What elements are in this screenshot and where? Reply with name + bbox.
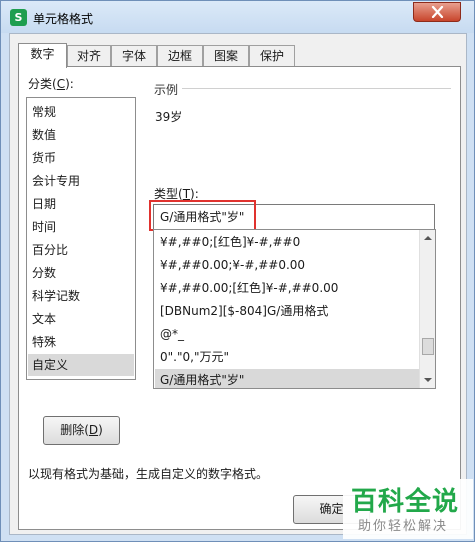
format-item[interactable]: [DBNum2][$-804]G/通用格式 bbox=[155, 300, 419, 322]
format-item[interactable]: ¥#,##0;[红色]¥-#,##0 bbox=[155, 231, 419, 253]
sample-legend: 示例 bbox=[154, 81, 183, 98]
category-item-special[interactable]: 特殊 bbox=[28, 331, 134, 353]
dialog-title: 单元格格式 bbox=[33, 12, 94, 26]
format-cells-dialog: S 单元格格式 数字 对齐 字体 边框 图案 保护 分类(C): 常规 数值 货… bbox=[0, 0, 475, 542]
category-item-time[interactable]: 时间 bbox=[28, 216, 134, 238]
category-item-date[interactable]: 日期 bbox=[28, 193, 134, 215]
number-tab-panel: 分类(C): 常规 数值 货币 会计专用 日期 时间 百分比 分数 科学记数 文… bbox=[18, 66, 461, 530]
format-item-selected[interactable]: G/通用格式"岁" bbox=[155, 369, 419, 388]
category-item-fraction[interactable]: 分数 bbox=[28, 262, 134, 284]
tab-protection[interactable]: 保护 bbox=[249, 45, 295, 67]
format-item[interactable]: 0"."0,"万元" bbox=[155, 346, 419, 368]
close-icon bbox=[431, 6, 444, 18]
tab-font[interactable]: 字体 bbox=[111, 45, 157, 67]
format-item[interactable]: ¥#,##0.00;[红色]¥-#,##0.00 bbox=[155, 277, 419, 299]
wps-app-icon: S bbox=[10, 9, 27, 26]
delete-button[interactable]: 删除(D) bbox=[43, 416, 120, 445]
scroll-down-arrow-icon[interactable] bbox=[424, 378, 432, 382]
category-item-general[interactable]: 常规 bbox=[28, 101, 134, 123]
category-list[interactable]: 常规 数值 货币 会计专用 日期 时间 百分比 分数 科学记数 文本 特殊 自定… bbox=[26, 97, 136, 380]
watermark-slogan: 助你轻松解决 bbox=[358, 519, 449, 534]
tab-number[interactable]: 数字 bbox=[18, 43, 67, 68]
format-item[interactable]: ¥#,##0.00;¥-#,##0.00 bbox=[155, 254, 419, 276]
category-item-text[interactable]: 文本 bbox=[28, 308, 134, 330]
category-item-scientific[interactable]: 科学记数 bbox=[28, 285, 134, 307]
tab-border[interactable]: 边框 bbox=[157, 45, 203, 67]
watermark-brand: 百科全说 bbox=[351, 487, 460, 517]
tab-alignment[interactable]: 对齐 bbox=[67, 45, 111, 67]
format-list-scrollbar[interactable] bbox=[419, 230, 435, 388]
category-label: 分类(C): bbox=[28, 77, 74, 91]
sample-group: 示例 39岁 bbox=[154, 81, 451, 136]
tab-pattern[interactable]: 图案 bbox=[203, 45, 249, 67]
dialog-body: 数字 对齐 字体 边框 图案 保护 分类(C): 常规 数值 货币 会计专用 日… bbox=[9, 33, 467, 535]
highlight-box bbox=[149, 200, 256, 231]
category-item-accounting[interactable]: 会计专用 bbox=[28, 170, 134, 192]
category-item-number[interactable]: 数值 bbox=[28, 124, 134, 146]
sample-value: 39岁 bbox=[155, 110, 183, 124]
description-text: 以现有格式为基础，生成自定义的数字格式。 bbox=[28, 467, 269, 481]
category-item-percentage[interactable]: 百分比 bbox=[28, 239, 134, 261]
scroll-up-arrow-icon[interactable] bbox=[424, 236, 432, 240]
watermark: 百科全说 助你轻松解决 bbox=[343, 479, 473, 539]
close-button[interactable] bbox=[413, 2, 461, 22]
format-code-list[interactable]: ¥#,##0;[红色]¥-#,##0 ¥#,##0.00;¥-#,##0.00 … bbox=[153, 229, 436, 389]
format-item[interactable]: @*_ bbox=[155, 323, 419, 345]
category-item-currency[interactable]: 货币 bbox=[28, 147, 134, 169]
title-bar[interactable]: S 单元格格式 bbox=[1, 1, 474, 33]
scroll-thumb[interactable] bbox=[422, 338, 434, 355]
category-item-custom[interactable]: 自定义 bbox=[28, 354, 134, 376]
